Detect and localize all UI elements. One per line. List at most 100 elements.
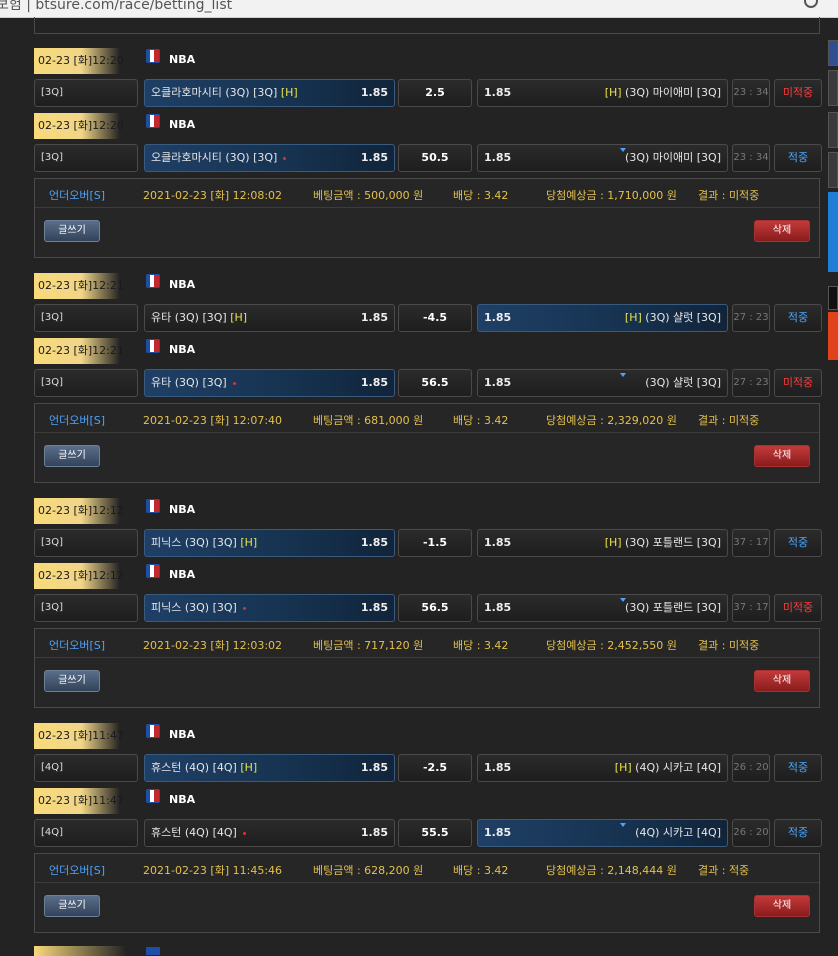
- side-banner[interactable]: [828, 192, 838, 272]
- bet-amount: 베팅금액 : 500,000 원: [313, 189, 424, 202]
- score-cell: 27 : 23: [732, 304, 770, 332]
- away-odds: 1.85: [484, 601, 512, 614]
- period-cell: [3Q]: [34, 369, 138, 397]
- line-value[interactable]: 55.5: [398, 819, 472, 847]
- bet-amount: 베팅금액 : 628,200 원: [313, 864, 424, 877]
- pick-dot-icon: [232, 381, 236, 385]
- nba-flag-icon: [146, 274, 160, 288]
- away-handicap-mark: [H]: [604, 86, 622, 99]
- line-value[interactable]: -2.5: [398, 754, 472, 782]
- result-cell: 적중: [774, 819, 822, 847]
- home-team-button[interactable]: 유타 (3Q) [3Q] 1.85: [144, 369, 395, 397]
- away-team-button[interactable]: 1.85 [H] (4Q) 시카고 [4Q]: [477, 754, 728, 782]
- side-banner[interactable]: [828, 112, 838, 148]
- league-name: NBA: [169, 118, 196, 131]
- home-team-button[interactable]: 오클라호마시티 (3Q) [3Q] 1.85: [144, 144, 395, 172]
- home-team-label: 오클라호마시티 (3Q) [3Q]: [151, 86, 281, 99]
- away-team-button[interactable]: 1.85 [H] (3Q) 마이애미 [3Q]: [477, 79, 728, 107]
- line-value[interactable]: -4.5: [398, 304, 472, 332]
- league-name: NBA: [169, 53, 196, 66]
- away-team-label: (3Q) 포틀랜드 [3Q]: [621, 536, 721, 549]
- bet-summary: 언더오버[S] 2021-02-23 [화] 12:03:02 베팅금액 : 717…: [34, 628, 820, 708]
- previous-group-edge: [34, 17, 820, 34]
- home-team-button[interactable]: 유타 (3Q) [3Q] [H] 1.85: [144, 304, 395, 332]
- away-team-name: (3Q) 마이애미 [3Q]: [625, 145, 721, 171]
- home-odds: 1.85: [360, 761, 388, 774]
- home-team-button[interactable]: 휴스턴 (4Q) [4Q] 1.85: [144, 819, 395, 847]
- bet-row: 02-23 [화]12:20 NBA [3Q] 오클라호마시티 (3Q) [3Q] […: [34, 48, 822, 113]
- bet-date: 02-23 [화]12:12: [34, 498, 124, 524]
- url-text[interactable]: 보험 | btsure.com/race/betting_list: [0, 0, 232, 14]
- away-odds: 1.85: [484, 376, 512, 389]
- expected-win: 당첨예상금 : 2,329,020 원: [546, 414, 677, 427]
- bet-time: 2021-02-23 [화] 12:08:02: [143, 189, 283, 202]
- away-team-name: (3Q) 포틀랜드 [3Q]: [625, 595, 721, 621]
- bet-odds: 배당 : 3.42: [453, 639, 509, 652]
- home-odds: 1.85: [360, 86, 388, 99]
- score-cell: 23 : 34: [732, 79, 770, 107]
- period-cell: [3Q]: [34, 529, 138, 557]
- away-odds: 1.85: [484, 86, 512, 99]
- home-team-button[interactable]: 피닉스 (3Q) [3Q] [H] 1.85: [144, 529, 395, 557]
- home-team-label: 오클라호마시티 (3Q) [3Q]: [151, 151, 278, 164]
- line-value[interactable]: 2.5: [398, 79, 472, 107]
- away-team-button[interactable]: 1.85 [H] (3Q) 포틀랜드 [3Q]: [477, 529, 728, 557]
- bet-row: 02-23 [화]12:21 NBA [3Q] 유타 (3Q) [3Q] [H] 1.8…: [34, 273, 822, 338]
- bet-result: 결과 : 미적중: [698, 414, 760, 427]
- home-handicap-mark: [H]: [240, 761, 258, 774]
- expected-win: 당첨예상금 : 2,452,550 원: [546, 639, 677, 652]
- away-team-button[interactable]: 1.85 (3Q) 마이애미 [3Q]: [477, 144, 728, 172]
- delete-button[interactable]: 삭제: [754, 670, 810, 692]
- write-button[interactable]: 글쓰기: [44, 670, 100, 692]
- side-banner[interactable]: [828, 152, 838, 188]
- bet-row: 02-23 [화]12:20 NBA [3Q] 오클라호마시티 (3Q) [3Q] 1.…: [34, 113, 822, 178]
- bet-amount: 베팅금액 : 717,120 원: [313, 639, 424, 652]
- period-cell: [4Q]: [34, 819, 138, 847]
- side-banner[interactable]: [828, 312, 838, 360]
- side-banner[interactable]: [828, 70, 838, 106]
- side-banner[interactable]: [828, 286, 838, 310]
- line-value[interactable]: -1.5: [398, 529, 472, 557]
- home-team-label: 유타 (3Q) [3Q]: [151, 376, 227, 389]
- bet-group: 02-23 [화]12:21 NBA [3Q] 유타 (3Q) [3Q] [H] 1.8…: [34, 273, 822, 483]
- summary-line: 언더오버[S] 2021-02-23 [화] 12:08:02 베팅금액 : 500…: [35, 179, 819, 208]
- line-value[interactable]: 56.5: [398, 594, 472, 622]
- away-odds: 1.85: [484, 151, 512, 164]
- home-odds: 1.85: [360, 311, 388, 324]
- result-cell: 적중: [774, 144, 822, 172]
- delete-button[interactable]: 삭제: [754, 895, 810, 917]
- home-handicap-mark: [H]: [230, 311, 248, 324]
- side-banner[interactable]: [828, 40, 838, 66]
- bet-type: 언더오버[S]: [49, 639, 106, 652]
- search-icon[interactable]: [804, 0, 818, 8]
- period-cell: [4Q]: [34, 754, 138, 782]
- browser-address-bar[interactable]: 보험 | btsure.com/race/betting_list: [0, 0, 838, 18]
- away-team-name: [H] (4Q) 시카고 [4Q]: [615, 755, 721, 781]
- bet-odds: 배당 : 3.42: [453, 864, 509, 877]
- away-team-label: (3Q) 마이애미 [3Q]: [621, 86, 721, 99]
- away-team-button[interactable]: 1.85 (3Q) 포틀랜드 [3Q]: [477, 594, 728, 622]
- write-button[interactable]: 글쓰기: [44, 895, 100, 917]
- away-team-button[interactable]: 1.85 [H] (3Q) 샬럿 [3Q]: [477, 304, 728, 332]
- away-team-label: (4Q) 시카고 [4Q]: [631, 761, 721, 774]
- home-team-name: 휴스턴 (4Q) [4Q]: [151, 820, 246, 846]
- line-value[interactable]: 56.5: [398, 369, 472, 397]
- delete-button[interactable]: 삭제: [754, 445, 810, 467]
- expected-win: 당첨예상금 : 2,148,444 원: [546, 864, 677, 877]
- write-button[interactable]: 글쓰기: [44, 445, 100, 467]
- home-team-button[interactable]: 피닉스 (3Q) [3Q] 1.85: [144, 594, 395, 622]
- summary-line: 언더오버[S] 2021-02-23 [화] 12:03:02 베팅금액 : 717…: [35, 629, 819, 658]
- delete-button[interactable]: 삭제: [754, 220, 810, 242]
- home-team-button[interactable]: 오클라호마시티 (3Q) [3Q] [H] 1.85: [144, 79, 395, 107]
- home-team-name: 유타 (3Q) [3Q]: [151, 370, 236, 396]
- away-team-button[interactable]: 1.85 (3Q) 샬럿 [3Q]: [477, 369, 728, 397]
- home-odds: 1.85: [360, 826, 388, 839]
- home-team-button[interactable]: 휴스턴 (4Q) [4Q] [H] 1.85: [144, 754, 395, 782]
- line-value[interactable]: 50.5: [398, 144, 472, 172]
- write-button[interactable]: 글쓰기: [44, 220, 100, 242]
- next-flag-icon: [146, 947, 160, 955]
- bet-date: 02-23 [화]11:47: [34, 723, 124, 749]
- away-team-button[interactable]: 1.85 (4Q) 시카고 [4Q]: [477, 819, 728, 847]
- away-team-label: (3Q) 샬럿 [3Q]: [641, 311, 721, 324]
- league-name: NBA: [169, 793, 196, 806]
